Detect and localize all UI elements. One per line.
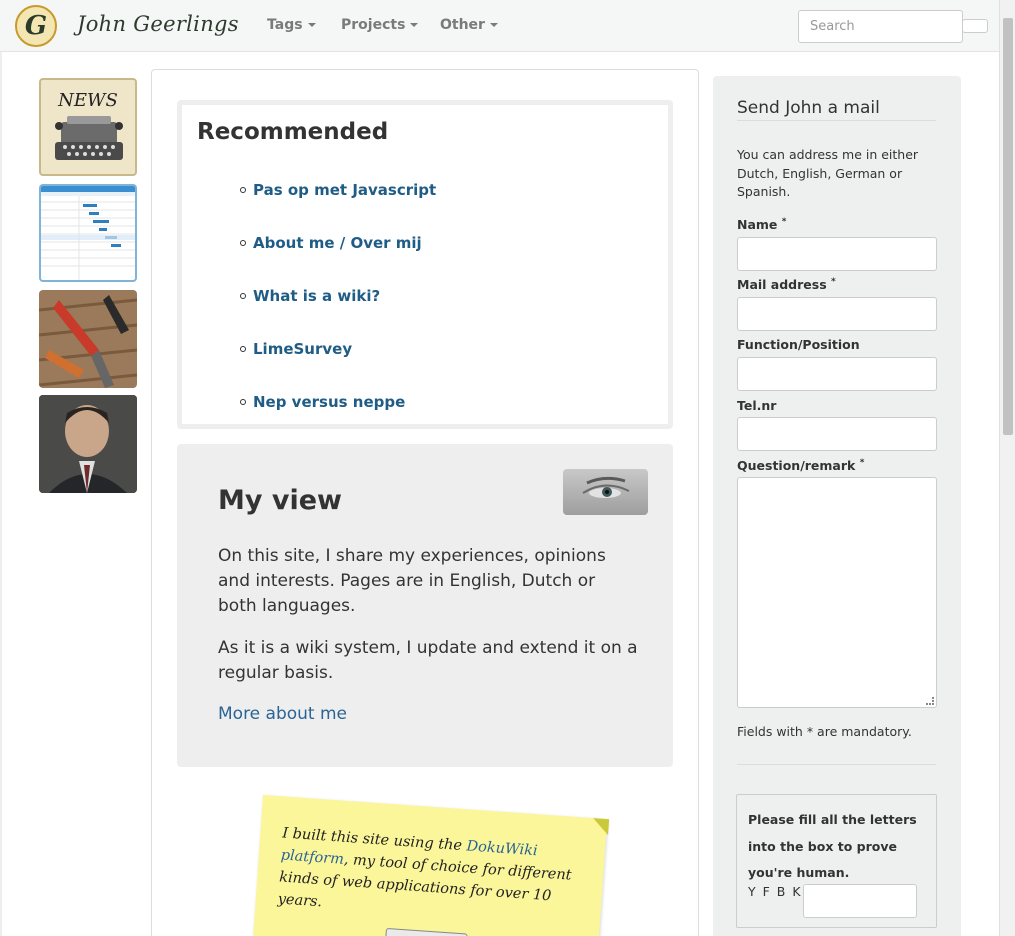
- tools-thumbnail[interactable]: [39, 290, 137, 388]
- gantt-chart-icon: [41, 186, 135, 280]
- tools-icon: [39, 295, 137, 388]
- nav-tags[interactable]: Tags: [267, 17, 316, 33]
- function-field[interactable]: [737, 357, 937, 391]
- divider: [737, 764, 936, 765]
- typewriter-icon: [55, 116, 123, 160]
- recommended-link-label: What is a wiki?: [253, 287, 381, 305]
- question-label: Question/remark *: [737, 458, 864, 473]
- nav-other[interactable]: Other: [440, 17, 498, 33]
- recommended-link-label: Pas op met Javascript: [253, 181, 437, 199]
- page-edge: [0, 52, 2, 936]
- contact-sidebar: Send John a mail You can address me in e…: [713, 76, 961, 936]
- contact-form-title: Send John a mail: [737, 98, 880, 118]
- sticky-note: I built this site using the DokuWiki pla…: [251, 795, 610, 936]
- bullet-icon: [240, 346, 246, 352]
- recommended-link-label: About me / Over mij: [253, 234, 422, 252]
- nav-tags-label: Tags: [267, 17, 303, 33]
- chevron-down-icon: [307, 23, 316, 27]
- recommended-link[interactable]: LimeSurvey: [240, 340, 352, 358]
- scrollbar-thumb[interactable]: [1003, 18, 1013, 435]
- recommended-link[interactable]: What is a wiki?: [240, 287, 380, 305]
- required-mark: *: [859, 458, 865, 468]
- search-input[interactable]: [798, 10, 963, 43]
- gantt-thumbnail[interactable]: [39, 184, 137, 282]
- chevron-down-icon: [489, 23, 498, 27]
- my-view-panel: My view On this site, I share my experie…: [177, 444, 673, 767]
- name-field[interactable]: [737, 237, 937, 271]
- tel-field[interactable]: [737, 417, 937, 451]
- my-view-paragraph: On this site, I share my experiences, op…: [218, 546, 606, 616]
- recommended-link[interactable]: Pas op met Javascript: [240, 181, 436, 199]
- logo-letter: G: [24, 11, 48, 41]
- recommended-link[interactable]: Nep versus neppe: [240, 393, 405, 411]
- captcha-box: Please fill all the letters into the box…: [736, 794, 937, 928]
- mandatory-note: Fields with * are mandatory.: [737, 724, 912, 739]
- name-label-text: Name: [737, 217, 778, 233]
- site-logo[interactable]: G: [15, 5, 57, 47]
- more-about-me-link[interactable]: More about me: [218, 704, 347, 724]
- recommended-title: Recommended: [197, 119, 389, 145]
- mail-field[interactable]: [737, 297, 937, 331]
- bullet-icon: [240, 187, 246, 193]
- search-button[interactable]: [962, 19, 988, 33]
- my-view-title: My view: [218, 485, 342, 516]
- recommended-panel: Recommended Pas op met Javascript About …: [177, 100, 673, 429]
- my-view-paragraph: As it is a wiki system, I update and ext…: [218, 638, 638, 683]
- navbar: G John Geerlings Tags Projects Other: [0, 0, 1000, 52]
- recommended-link-label: Nep versus neppe: [253, 393, 406, 411]
- resize-handle-icon[interactable]: [926, 697, 934, 705]
- nav-projects-label: Projects: [341, 17, 406, 33]
- sticky-note-text: I built this site using the DokuWiki pla…: [277, 822, 582, 931]
- dokuwiki-logo: [[DW]]: [384, 927, 468, 936]
- required-mark: *: [831, 277, 836, 287]
- chevron-down-icon: [410, 23, 419, 27]
- mail-label: Mail address *: [737, 277, 836, 292]
- nav-other-label: Other: [440, 17, 485, 33]
- question-textarea[interactable]: [737, 477, 937, 708]
- tel-label: Tel.nr: [737, 398, 777, 413]
- recommended-link-label: LimeSurvey: [253, 340, 353, 358]
- portrait-icon: [39, 395, 137, 493]
- brand-name[interactable]: John Geerlings: [77, 12, 239, 36]
- recommended-link[interactable]: About me / Over mij: [240, 234, 422, 252]
- captcha-input[interactable]: [803, 884, 917, 918]
- bullet-icon: [240, 399, 246, 405]
- scrollbar[interactable]: [999, 0, 1015, 936]
- eye-image: [563, 469, 648, 515]
- nav-projects[interactable]: Projects: [341, 17, 419, 33]
- name-label: Name *: [737, 217, 786, 232]
- eye-icon: [582, 476, 630, 498]
- mail-label-text: Mail address: [737, 277, 827, 293]
- bullet-icon: [240, 293, 246, 299]
- page-fold: [592, 818, 610, 836]
- contact-form-intro: You can address me in either Dutch, Engl…: [737, 147, 919, 199]
- divider: [737, 120, 936, 121]
- person-thumbnail[interactable]: [39, 395, 137, 493]
- news-thumbnail[interactable]: NEWS: [39, 78, 137, 176]
- captcha-label: Please fill all the letters into the box…: [748, 812, 917, 880]
- bullet-icon: [240, 240, 246, 246]
- required-mark: *: [781, 217, 787, 227]
- question-label-text: Question/remark: [737, 458, 856, 474]
- function-label: Function/Position: [737, 337, 860, 352]
